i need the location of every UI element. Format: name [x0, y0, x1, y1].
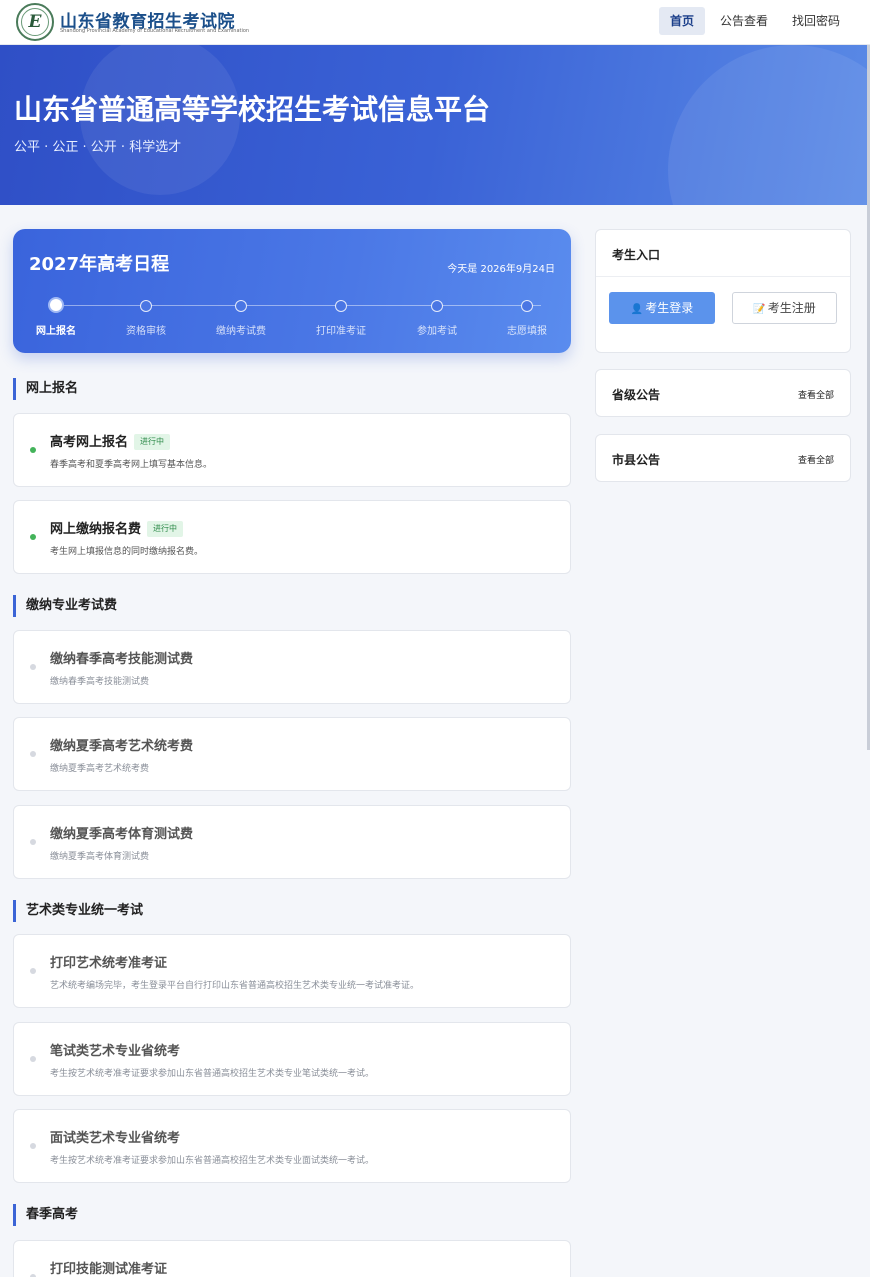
task-title: 网上缴纳报名费 进行中	[50, 518, 184, 537]
view-all-link[interactable]: 查看全部	[798, 388, 834, 401]
divider	[596, 276, 850, 277]
section-title: 缴纳专业考试费	[13, 595, 117, 617]
task-card[interactable]: 网上缴纳报名费 进行中 考生网上填报信息的同时缴纳报名费。	[13, 500, 571, 574]
task-desc: 缴纳夏季高考艺术统考费	[50, 764, 150, 774]
status-dot-icon	[30, 1056, 36, 1062]
task-card[interactable]: 打印技能测试准考证	[13, 1240, 571, 1277]
status-dot-icon	[30, 968, 36, 974]
timeline-step-label: 缴纳考试费	[216, 326, 266, 337]
task-desc: 缴纳春季高考技能测试费	[50, 677, 150, 687]
task-title: 缴纳春季高考技能测试费	[50, 652, 194, 667]
edit-icon: 📝	[753, 304, 766, 315]
task-desc: 春季高考和夏季高考网上填写基本信息。	[50, 460, 213, 470]
timeline-step-label: 参加考试	[417, 326, 457, 337]
section-title: 网上报名	[13, 378, 78, 400]
city-notice-panel: 市县公告 查看全部	[595, 434, 851, 482]
timeline-step-label: 志愿填报	[507, 326, 547, 337]
task-card[interactable]: 缴纳夏季高考艺术统考费 缴纳夏季高考艺术统考费	[13, 717, 571, 791]
task-desc: 考生按艺术统考准考证要求参加山东省普通高校招生艺术类专业面试类统一考试。	[50, 1156, 375, 1166]
top-bar: E 山东省教育招生考试院 Shandong Provincial Academy…	[0, 0, 870, 45]
org-name-english: Shandong Provincial Academy of Education…	[60, 28, 250, 34]
timeline-step-label: 网上报名	[36, 326, 76, 337]
login-button[interactable]: 👤 考生登录	[609, 292, 715, 324]
task-card[interactable]: 面试类艺术专业省统考 考生按艺术统考准考证要求参加山东省普通高校招生艺术类专业面…	[13, 1109, 571, 1183]
task-desc: 缴纳夏季高考体育测试费	[50, 852, 150, 862]
banner-decoration	[668, 45, 867, 205]
timeline-step-dot	[335, 300, 347, 312]
status-dot-icon	[30, 664, 36, 670]
user-icon: 👤	[630, 304, 644, 315]
status-badge: 进行中	[134, 434, 171, 450]
view-all-link[interactable]: 查看全部	[798, 453, 834, 466]
status-badge: 进行中	[147, 521, 184, 537]
timeline-step-dot	[521, 300, 533, 312]
timeline-step-dot	[235, 300, 247, 312]
hero-banner: 山东省普通高等学校招生考试信息平台 公平 · 公正 · 公开 · 科学选才	[0, 45, 867, 205]
nav-recover-password[interactable]: 找回密码	[788, 7, 844, 35]
task-desc: 考生按艺术统考准考证要求参加山东省普通高校招生艺术类专业笔试类统一考试。	[50, 1069, 375, 1079]
provincial-notice-panel: 省级公告 查看全部	[595, 369, 851, 417]
task-desc: 考生网上填报信息的同时缴纳报名费。	[50, 547, 204, 557]
panel-title: 省级公告	[612, 388, 661, 402]
status-dot-icon	[30, 447, 36, 453]
section-title: 艺术类专业统一考试	[13, 900, 143, 922]
task-title: 高考网上报名 进行中	[50, 431, 171, 450]
register-button[interactable]: 📝 考生注册	[732, 292, 837, 324]
task-card[interactable]: 高考网上报名 进行中 春季高考和夏季高考网上填写基本信息。	[13, 413, 571, 487]
status-dot-icon	[30, 534, 36, 540]
task-title: 缴纳夏季高考艺术统考费	[50, 739, 194, 754]
status-dot-icon	[30, 839, 36, 845]
panel-title: 市县公告	[612, 453, 661, 467]
task-card[interactable]: 缴纳春季高考技能测试费 缴纳春季高考技能测试费	[13, 630, 571, 704]
today-date: 今天是 2026年9月24日	[447, 264, 555, 275]
banner-subtitle: 公平 · 公正 · 公开 · 科学选才	[14, 140, 182, 155]
task-title: 打印艺术统考准考证	[50, 956, 168, 971]
task-card[interactable]: 笔试类艺术专业省统考 考生按艺术统考准考证要求参加山东省普通高校招生艺术类专业笔…	[13, 1022, 571, 1096]
nav-notice[interactable]: 公告查看	[716, 7, 772, 35]
timeline-step-label: 资格审核	[126, 326, 166, 337]
task-title: 面试类艺术专业省统考	[50, 1131, 181, 1146]
task-title: 打印技能测试准考证	[50, 1262, 168, 1277]
timeline-step-label: 打印准考证	[316, 326, 366, 337]
nav-home[interactable]: 首页	[659, 7, 705, 35]
task-card[interactable]: 缴纳夏季高考体育测试费 缴纳夏季高考体育测试费	[13, 805, 571, 879]
section-title: 春季高考	[13, 1204, 78, 1226]
status-dot-icon	[30, 1143, 36, 1149]
status-dot-icon	[30, 751, 36, 757]
task-title: 笔试类艺术专业省统考	[50, 1044, 181, 1059]
candidate-entry-panel: 考生入口 👤 考生登录 📝 考生注册	[595, 229, 851, 353]
timeline-step-dot	[140, 300, 152, 312]
task-title: 缴纳夏季高考体育测试费	[50, 827, 194, 842]
timeline-line	[56, 305, 541, 306]
timeline-step-dot	[431, 300, 443, 312]
schedule-title: 2027年高考日程	[29, 254, 170, 275]
schedule-card: 2027年高考日程 今天是 2026年9月24日 网上报名 资格审核 缴纳考试费 打印…	[13, 229, 571, 353]
panel-title: 考生入口	[612, 248, 661, 262]
logo-emblem-icon[interactable]: E	[16, 3, 54, 41]
task-card[interactable]: 打印艺术统考准考证 艺术统考编场完毕，考生登录平台自行打印山东省普通高校招生艺术…	[13, 934, 571, 1008]
banner-title: 山东省普通高等学校招生考试信息平台	[14, 93, 491, 126]
timeline-step-dot	[48, 297, 64, 313]
task-desc: 艺术统考编场完毕，考生登录平台自行打印山东省普通高校招生艺术类专业统一考试准考证…	[50, 981, 420, 991]
